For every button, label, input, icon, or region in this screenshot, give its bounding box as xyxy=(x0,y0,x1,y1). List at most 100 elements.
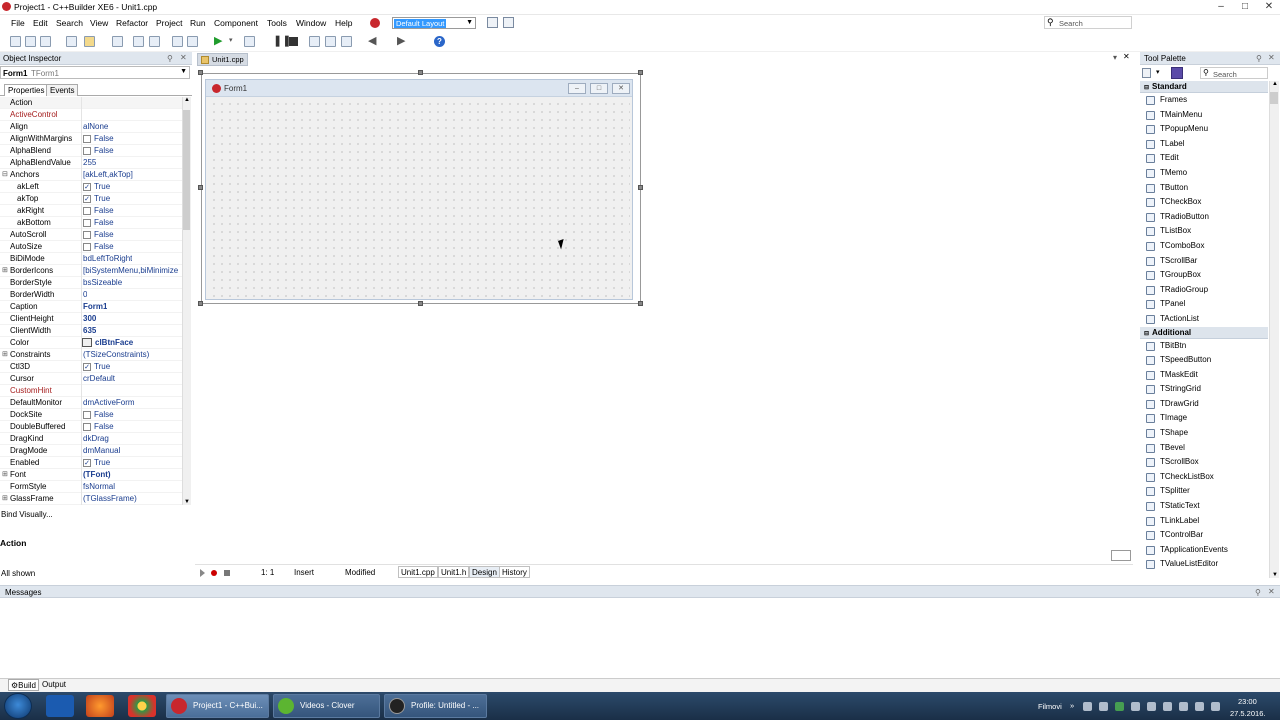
open-recent-icon[interactable] xyxy=(40,36,51,47)
property-row[interactable]: DefaultMonitor dmActiveForm xyxy=(0,397,182,409)
start-button[interactable] xyxy=(4,693,32,719)
close-panel-icon[interactable]: ✕ xyxy=(1268,587,1275,596)
tab-events[interactable]: Events xyxy=(46,84,79,96)
chrome-icon[interactable] xyxy=(128,695,156,717)
close-editor-icon[interactable]: ✕ xyxy=(1123,52,1130,61)
property-value[interactable]: 255 xyxy=(83,157,96,168)
property-row[interactable]: DragMode dmManual xyxy=(0,445,182,457)
property-checkbox[interactable]: ✓ xyxy=(83,183,91,191)
object-selector-combo[interactable]: Form1 TForm1 ▼ xyxy=(0,66,190,79)
resize-handle-e[interactable] xyxy=(638,185,643,190)
property-row[interactable]: Caption Form1 xyxy=(0,301,182,313)
palette-item[interactable]: TEdit xyxy=(1140,151,1268,166)
stop-icon[interactable] xyxy=(289,37,298,46)
property-value[interactable]: False xyxy=(94,241,114,252)
expand-toggle-icon[interactable]: ⊞ xyxy=(2,265,8,276)
property-value[interactable]: False xyxy=(94,145,114,156)
scroll-up-icon[interactable]: ▲ xyxy=(1272,81,1278,87)
property-value[interactable]: (TSizeConstraints) xyxy=(83,349,149,360)
property-checkbox[interactable]: ✓ xyxy=(83,195,91,203)
macro-record-icon[interactable] xyxy=(211,570,217,576)
property-row[interactable]: Color clBtnFace xyxy=(0,337,182,349)
palette-item[interactable]: TRadioGroup xyxy=(1140,283,1268,298)
property-checkbox[interactable] xyxy=(83,219,91,227)
property-value[interactable]: False xyxy=(94,421,114,432)
palette-item[interactable]: TApplicationEvents xyxy=(1140,543,1268,558)
resize-handle-nw[interactable] xyxy=(198,70,203,75)
trace-into-icon[interactable] xyxy=(309,36,320,47)
macro-play-icon[interactable] xyxy=(200,569,205,577)
tab-unit1-cpp[interactable]: Unit1.cpp xyxy=(398,566,438,578)
palette-item[interactable]: TBevel xyxy=(1140,441,1268,456)
palette-category-additional[interactable]: ⊟ Additional xyxy=(1140,326,1268,339)
property-value[interactable]: True xyxy=(94,181,110,192)
messages-body[interactable] xyxy=(0,599,1280,677)
property-value[interactable]: bsSizeable xyxy=(83,277,122,288)
minimize-button[interactable]: – xyxy=(1210,0,1232,14)
palette-item[interactable]: TSpeedButton xyxy=(1140,353,1268,368)
tray-app-icon-3[interactable] xyxy=(1115,702,1124,711)
palette-item[interactable]: TPopupMenu xyxy=(1140,122,1268,137)
run-without-debugging-icon[interactable] xyxy=(244,36,255,47)
tray-app-icon-1[interactable] xyxy=(1083,702,1092,711)
property-value[interactable]: 0 xyxy=(83,289,87,300)
tool-palette-scroll-thumb[interactable] xyxy=(1270,92,1278,104)
resize-handle-n[interactable] xyxy=(418,70,423,75)
collapse-icon[interactable]: ⊟ xyxy=(1144,85,1149,91)
property-row[interactable]: ⊞ BorderIcons [biSystemMenu,biMinimize xyxy=(0,265,182,277)
property-value[interactable]: (TFont) xyxy=(83,469,111,480)
task-clover[interactable]: Videos - Clover xyxy=(273,694,380,718)
property-row[interactable]: BiDiMode bdLeftToRight xyxy=(0,253,182,265)
palette-item[interactable]: TValueListEditor xyxy=(1140,557,1268,572)
arrow-left-icon[interactable]: ◀ xyxy=(368,34,376,48)
property-checkbox[interactable]: ✓ xyxy=(83,363,91,371)
property-row[interactable]: BorderStyle bsSizeable xyxy=(0,277,182,289)
menu-component[interactable]: Component xyxy=(214,18,258,28)
open-icon[interactable] xyxy=(66,36,77,47)
palette-item[interactable]: TLinkLabel xyxy=(1140,514,1268,529)
property-grid-divider[interactable] xyxy=(81,97,82,505)
palette-item[interactable]: TBitBtn xyxy=(1140,339,1268,354)
palette-item[interactable]: TGroupBox xyxy=(1140,268,1268,283)
bind-visually-link[interactable]: Bind Visually... xyxy=(1,510,53,519)
menu-file[interactable]: File xyxy=(11,18,25,28)
property-value[interactable]: False xyxy=(94,409,114,420)
pin-icon[interactable]: ⚲ xyxy=(1255,588,1261,597)
ide-search-box[interactable]: ⚲ Search xyxy=(1044,16,1132,29)
chevron-down-icon[interactable]: ▼ xyxy=(180,68,187,75)
form1-caption-bar[interactable]: Form1 – □ ✕ xyxy=(206,80,632,97)
palette-item[interactable]: TMainMenu xyxy=(1140,108,1268,123)
palette-item[interactable]: TComboBox xyxy=(1140,239,1268,254)
property-value[interactable]: True xyxy=(94,361,110,372)
close-panel-icon[interactable]: ✕ xyxy=(1268,53,1275,62)
run-icon[interactable]: ▶ xyxy=(214,34,222,48)
palette-item[interactable]: TScrollBar xyxy=(1140,254,1268,269)
menu-view[interactable]: View xyxy=(90,18,108,28)
palette-search-box[interactable]: ⚲ Search xyxy=(1200,67,1268,79)
pin-icon[interactable]: ⚲ xyxy=(1256,54,1262,63)
property-value[interactable]: False xyxy=(94,205,114,216)
property-value[interactable]: (TGlassFrame) xyxy=(83,493,137,504)
property-row[interactable]: ⊟ Anchors [akLeft,akTop] xyxy=(0,169,182,181)
palette-item[interactable]: TStringGrid xyxy=(1140,382,1268,397)
property-row[interactable]: akLeft ✓ True xyxy=(0,181,182,193)
property-checkbox[interactable] xyxy=(83,411,91,419)
property-value[interactable]: clBtnFace xyxy=(95,337,133,348)
scroll-down-icon[interactable]: ▼ xyxy=(184,499,190,505)
clock-time[interactable]: 23:00 xyxy=(1238,697,1257,706)
property-checkbox[interactable] xyxy=(83,231,91,239)
tab-build[interactable]: ⚙Build xyxy=(8,679,39,691)
palette-item[interactable]: TDrawGrid xyxy=(1140,397,1268,412)
palette-item[interactable]: TSplitter xyxy=(1140,484,1268,499)
network-icon[interactable] xyxy=(1195,702,1204,711)
property-value[interactable]: [akLeft,akTop] xyxy=(83,169,133,180)
close-panel-icon[interactable]: ✕ xyxy=(180,53,187,62)
run-to-cursor-icon[interactable] xyxy=(341,36,352,47)
set-debug-layout-icon[interactable] xyxy=(503,17,514,28)
property-row[interactable]: FormStyle fsNormal xyxy=(0,481,182,493)
property-value[interactable]: alNone xyxy=(83,121,108,132)
property-value[interactable]: False xyxy=(94,217,114,228)
resize-handle-s[interactable] xyxy=(418,301,423,306)
menu-help[interactable]: Help xyxy=(335,18,352,28)
desktop-layout-combo[interactable]: Default Layout ▼ xyxy=(392,17,476,29)
